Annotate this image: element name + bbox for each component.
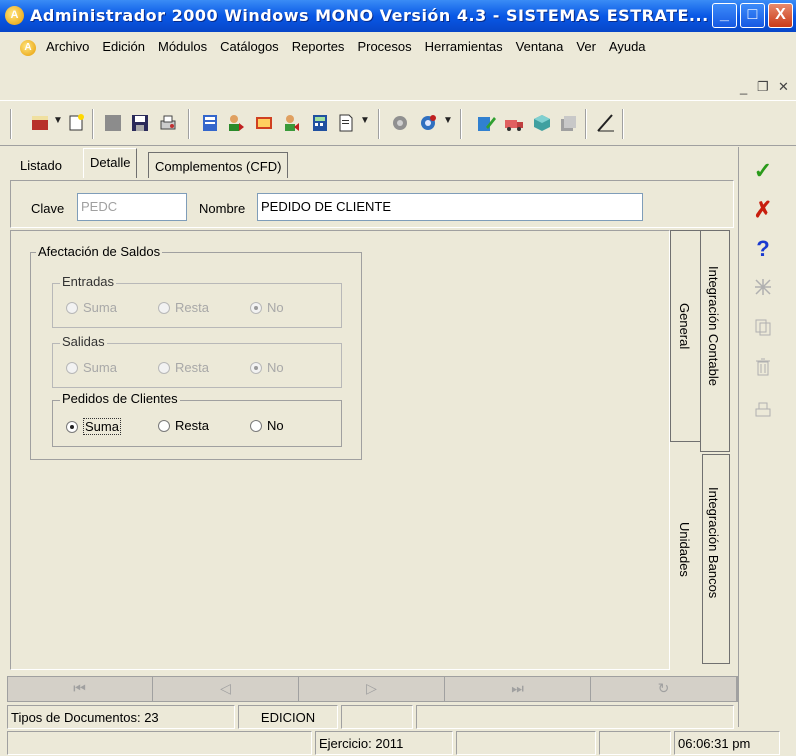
tab-detalle[interactable]: Detalle (83, 148, 138, 178)
salidas-suma-radio[interactable]: Suma (66, 360, 117, 375)
settings-icon[interactable] (390, 113, 410, 133)
last-record-button[interactable]: ⏭ (445, 676, 591, 702)
save-icon[interactable] (130, 113, 150, 133)
entradas-resta-radio[interactable]: Resta (158, 300, 209, 315)
menu-edicion[interactable]: Edición (102, 39, 145, 54)
status-panel-empty-5 (599, 731, 671, 755)
tab-listado[interactable]: Listado (14, 152, 68, 178)
copy-icon[interactable] (753, 317, 773, 337)
package-icon[interactable] (532, 113, 552, 133)
ruler-icon[interactable] (596, 113, 616, 133)
mode-status: EDICION (238, 705, 338, 729)
trash-icon[interactable] (753, 357, 773, 377)
prev-record-button[interactable]: ◁ (153, 676, 299, 702)
customers-icon[interactable] (226, 113, 246, 133)
stack-icon[interactable] (558, 113, 578, 133)
minimize-button[interactable]: _ (712, 3, 737, 28)
menu-bar: A Archivo Edición Módulos Catálogos Repo… (0, 32, 796, 76)
tab-complementos[interactable]: Complementos (CFD) (148, 152, 289, 178)
help-button[interactable]: ? (744, 234, 782, 264)
refresh-button[interactable]: ↻ (591, 676, 737, 702)
clave-field[interactable]: PEDC (77, 193, 187, 221)
edit-icon[interactable] (476, 113, 496, 133)
tab-integracion-contable-label: Integración Contable (706, 266, 721, 386)
menu-catalogos[interactable]: Catálogos (220, 39, 279, 54)
tools-icon[interactable] (753, 277, 773, 297)
status-panel-empty-1 (341, 705, 413, 729)
first-record-button[interactable]: ⏮ (7, 676, 153, 702)
gear-icon[interactable] (418, 113, 438, 133)
pedidos-suma-radio[interactable]: Suma (66, 418, 121, 435)
cancel-button[interactable]: ✗ (744, 195, 782, 225)
status-panel-empty-3 (7, 731, 312, 755)
clock-status: 06:06:31 pm (674, 731, 780, 755)
menu-ventana[interactable]: Ventana (516, 39, 564, 54)
mdi-restore-button[interactable]: ❐ (757, 79, 769, 95)
entradas-suma-radio[interactable]: Suma (66, 300, 117, 315)
pedidos-resta-radio[interactable]: Resta (158, 418, 209, 433)
app-icon: A (5, 6, 24, 25)
clave-label: Clave (31, 201, 65, 216)
close-button[interactable]: X (768, 3, 793, 28)
menu-modulos[interactable]: Módulos (158, 39, 207, 54)
app-menu-icon[interactable]: A (20, 40, 36, 56)
entradas-title: Entradas (60, 274, 117, 289)
blank-icon[interactable] (103, 113, 123, 133)
menu-ayuda[interactable]: Ayuda (609, 39, 646, 54)
status-panel-empty-2 (416, 705, 734, 729)
mdi-close-button[interactable]: ✕ (778, 79, 789, 95)
toolbar: ▼ ▼ ▼ (0, 100, 796, 146)
tab-general-label: General (677, 303, 692, 350)
window-title: Administrador 2000 Windows MONO Versión … (30, 6, 709, 25)
menu-procesos[interactable]: Procesos (357, 39, 411, 54)
maximize-button[interactable]: □ (740, 3, 765, 28)
new-record-icon[interactable] (30, 113, 50, 133)
accept-button[interactable]: ✓ (744, 156, 782, 186)
calculator-icon[interactable] (310, 113, 330, 133)
new-document-icon[interactable] (66, 113, 86, 133)
title-bar: A Administrador 2000 Windows MONO Versió… (0, 0, 796, 32)
next-record-button[interactable]: ▷ (299, 676, 445, 702)
tab-integracion-bancos-label: Integración Bancos (706, 487, 721, 599)
header-fields: Clave PEDC Nombre PEDIDO DE CLIENTE (10, 180, 734, 228)
pedidos-no-radio[interactable]: No (250, 418, 284, 433)
menu-archivo[interactable]: Archivo (46, 39, 89, 54)
catalog-icon[interactable] (200, 113, 220, 133)
entradas-no-radio[interactable]: No (250, 300, 284, 315)
ejercicio-status: Ejercicio: 2011 (315, 731, 453, 755)
print-preview-icon[interactable] (158, 113, 178, 133)
suppliers-icon[interactable] (282, 113, 302, 133)
salidas-title: Salidas (60, 334, 107, 349)
afectacion-title: Afectación de Saldos (36, 244, 163, 259)
transfer-icon[interactable] (254, 113, 274, 133)
printer-icon[interactable] (753, 400, 773, 420)
tab-unidades-label[interactable]: Unidades (677, 522, 692, 577)
salidas-no-radio[interactable]: No (250, 360, 284, 375)
menu-reportes[interactable]: Reportes (292, 39, 345, 54)
pedidos-title: Pedidos de Clientes (60, 391, 180, 406)
report-icon[interactable] (336, 113, 356, 133)
status-panel-empty-4 (456, 731, 596, 755)
truck-icon[interactable] (504, 113, 524, 133)
menu-herramientas[interactable]: Herramientas (425, 39, 503, 54)
menu-ver[interactable]: Ver (576, 39, 596, 54)
mdi-minimize-button[interactable]: _ (740, 80, 747, 95)
salidas-resta-radio[interactable]: Resta (158, 360, 209, 375)
nombre-field[interactable]: PEDIDO DE CLIENTE (257, 193, 643, 221)
nombre-label: Nombre (199, 201, 246, 216)
record-count-status: Tipos de Documentos: 23 (7, 705, 235, 729)
